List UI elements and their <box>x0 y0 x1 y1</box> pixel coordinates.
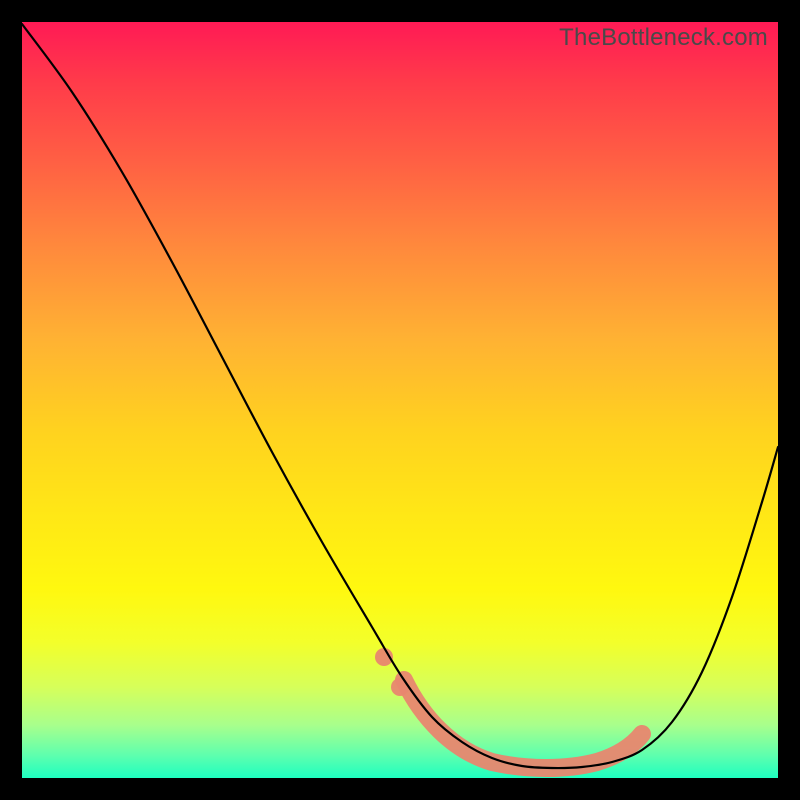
chart-plot-area: TheBottleneck.com <box>22 22 778 778</box>
bottleneck-curve-svg <box>22 22 778 778</box>
bottleneck-curve <box>22 24 778 768</box>
highlight-dot <box>391 678 409 696</box>
